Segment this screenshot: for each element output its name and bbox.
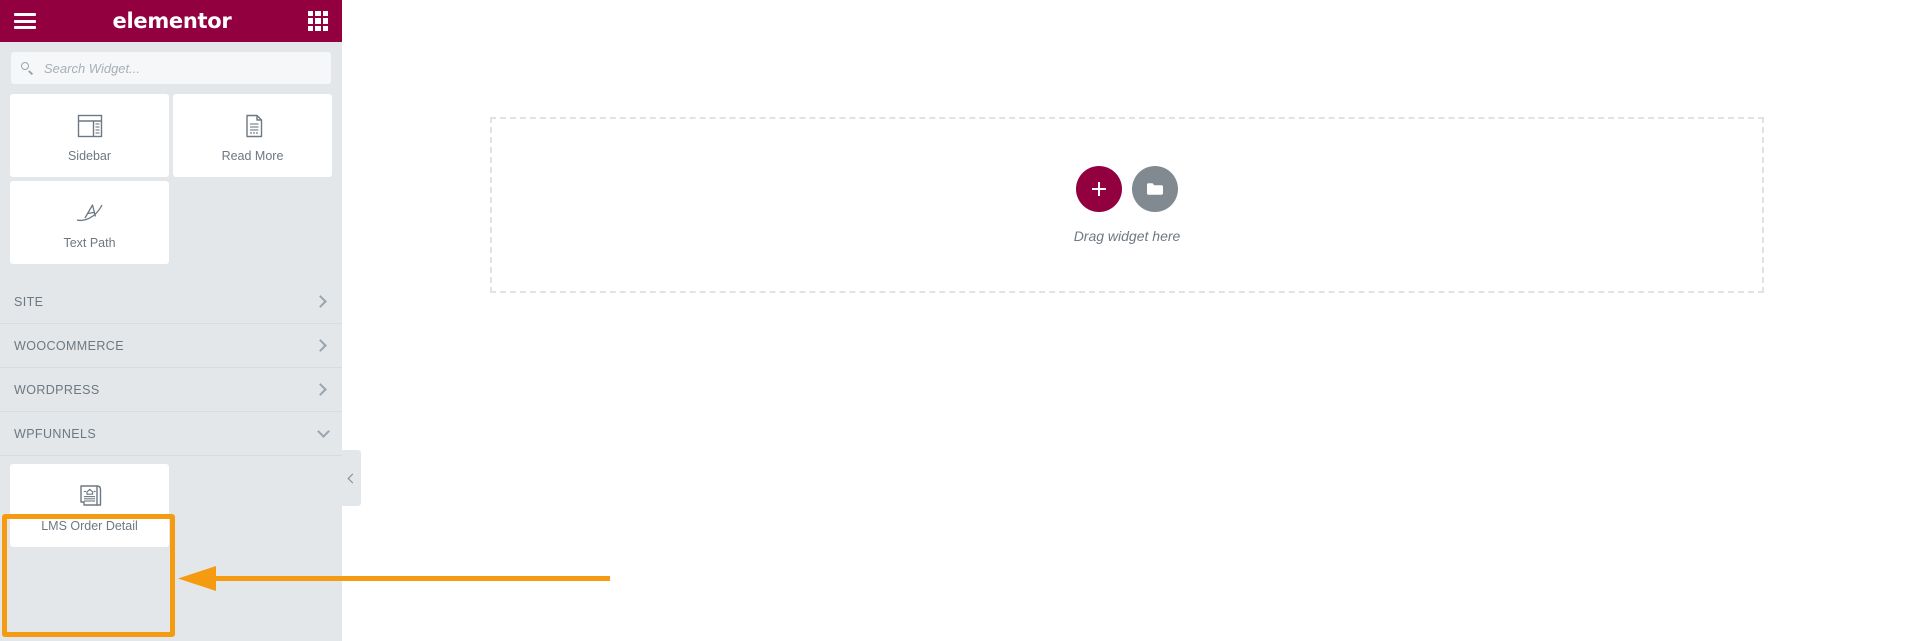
hamburger-line xyxy=(14,19,36,23)
dropzone-hint-text: Drag widget here xyxy=(1073,228,1181,244)
widget-label: Sidebar xyxy=(67,148,112,163)
chevron-left-icon xyxy=(347,473,358,483)
read-more-widget-icon xyxy=(239,109,267,143)
category-row-wpfunnels[interactable]: WPFUNNELS xyxy=(0,412,342,456)
widget-label: Read More xyxy=(221,148,284,163)
search-box[interactable] xyxy=(11,52,331,84)
apps-grid-icon[interactable] xyxy=(307,11,328,31)
empty-section-dropzone[interactable]: Drag widget here xyxy=(490,117,1764,293)
hamburger-line xyxy=(14,13,36,16)
category-label: WOOCOMMERCE xyxy=(14,338,124,353)
category-row-wordpress[interactable]: WORDPRESS xyxy=(0,368,342,412)
widget-category-list: SITE WOOCOMMERCE WORDPRESS WPFUNNELS LMS… xyxy=(0,280,342,549)
text-path-widget-icon xyxy=(75,196,105,230)
panel-header: elementor xyxy=(0,0,342,42)
dropzone-buttons xyxy=(1076,166,1178,212)
widget-card-lms-order-detail[interactable]: LMS Order Detail xyxy=(10,464,169,547)
lms-order-detail-icon xyxy=(75,479,105,513)
elementor-widget-panel: elementor Search Widget... Sidebar Read … xyxy=(0,0,342,641)
hamburger-line xyxy=(14,26,36,29)
grid-dot xyxy=(322,11,328,17)
chevron-right-icon xyxy=(314,383,327,396)
grid-dot xyxy=(307,18,314,24)
category-row-site[interactable]: SITE xyxy=(0,280,342,324)
chevron-right-icon xyxy=(314,339,327,352)
category-row-woocommerce[interactable]: WOOCOMMERCE xyxy=(0,324,342,368)
widget-card-sidebar[interactable]: Sidebar xyxy=(10,94,169,177)
editor-canvas: Drag widget here xyxy=(342,0,1910,641)
grid-dot xyxy=(315,25,321,31)
add-template-button[interactable] xyxy=(1132,166,1178,212)
category-label: SITE xyxy=(14,294,44,309)
hamburger-menu-icon[interactable] xyxy=(14,13,36,29)
widget-grid: Sidebar Read More Text Path xyxy=(0,84,342,266)
panel-collapse-handle[interactable] xyxy=(342,450,361,506)
elementor-logo-text: elementor xyxy=(112,9,232,33)
category-label: WORDPRESS xyxy=(14,382,100,397)
search-widget-input[interactable] xyxy=(42,59,321,77)
folder-icon xyxy=(1147,183,1163,195)
wpfunnels-widget-grid: LMS Order Detail xyxy=(0,456,342,549)
widget-label: LMS Order Detail xyxy=(41,518,138,533)
grid-dot xyxy=(322,18,328,24)
widget-card-read-more[interactable]: Read More xyxy=(173,94,332,177)
plus-icon xyxy=(1091,181,1107,197)
widget-label: Text Path xyxy=(63,235,116,250)
search-icon xyxy=(21,61,34,75)
chevron-down-icon xyxy=(317,425,330,438)
grid-dot xyxy=(315,11,321,17)
search-row xyxy=(0,42,342,84)
category-label: WPFUNNELS xyxy=(14,426,97,441)
grid-dot xyxy=(315,18,321,24)
grid-dot xyxy=(307,25,314,31)
sidebar-widget-icon xyxy=(76,109,104,143)
grid-dot xyxy=(322,25,328,31)
chevron-right-icon xyxy=(314,295,327,308)
grid-dot xyxy=(307,11,314,17)
add-new-section-button[interactable] xyxy=(1076,166,1122,212)
widget-card-text-path[interactable]: Text Path xyxy=(10,181,169,264)
